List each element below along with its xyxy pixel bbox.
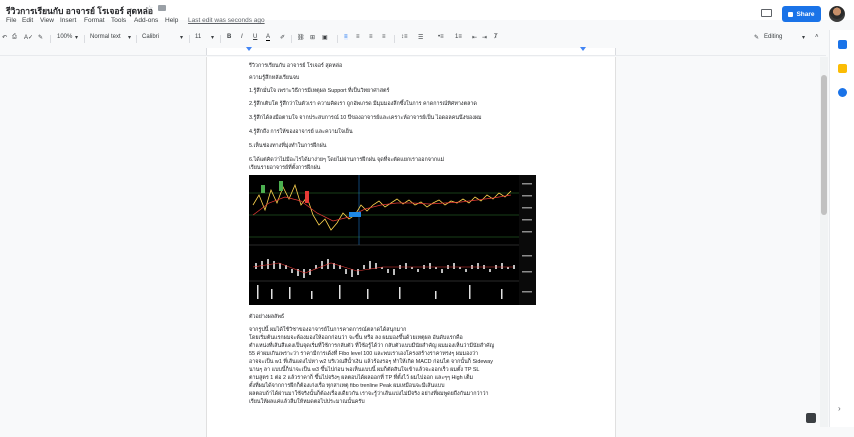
doc-line: เรียนให้ผลแค่แล้วลืมให้หมดตอไปประมาณนั้น… [249, 399, 365, 405]
font-select[interactable]: Calibri [142, 34, 159, 40]
menu-edit[interactable]: Edit [22, 17, 33, 24]
last-edit-link[interactable]: Last edit was seconds ago [188, 17, 265, 24]
scrollbar-thumb[interactable] [821, 75, 827, 215]
chevron-up-icon[interactable]: ˄ [815, 34, 819, 40]
toolbar-divider [50, 35, 51, 43]
menu-format[interactable]: Format [84, 17, 105, 24]
editing-mode-select[interactable]: Editing [764, 34, 782, 40]
doc-line: 3.รู้สึกได้ลงมือตามใจ จากประสบการณ์ 10 ป… [249, 115, 482, 121]
align-right-icon[interactable]: ≡ [369, 34, 373, 40]
zoom-select[interactable]: 100% [57, 34, 72, 40]
title-bar: รีวิวการเรียนกับ อาจารย์ โรเจอร์ สุดหล่อ… [0, 0, 854, 22]
decrease-indent-icon[interactable]: ⇤ [472, 34, 477, 41]
insert-comment-icon[interactable]: ⊞ [310, 34, 315, 41]
doc-line: 4.รู้สึกถึง การให้ของอาจารย์ และความใจเย… [249, 129, 353, 135]
chevron-down-icon: ▾ [180, 35, 184, 41]
lock-icon [788, 11, 794, 17]
doc-line: ตั้งที่ผมได้จากการฝึกก็ต้องเก่งเรื่อ ทุก… [249, 383, 445, 389]
chevron-down-icon: ▾ [128, 35, 132, 41]
toolbar-divider [220, 35, 221, 43]
star-icon[interactable]: ☆ [146, 4, 153, 13]
chevron-down-icon: ▾ [75, 35, 79, 41]
font-size-select[interactable]: 11 [195, 34, 201, 40]
line-spacing-icon[interactable]: ↕≡ [401, 34, 408, 40]
doc-line: ตำแหน่งที่เส้นสีแดงเป็นจุดเริ่มที่ใช้การ… [249, 343, 495, 349]
doc-line: นานๆ ลา แบบนี้ก็น่าจะเป็น w3 ขึ้นไปก่อน … [249, 367, 480, 373]
menu-file[interactable]: File [6, 17, 16, 24]
menu-view[interactable]: View [40, 17, 54, 24]
increase-indent-icon[interactable]: ⇥ [482, 34, 487, 41]
italic-button[interactable]: I [241, 34, 243, 40]
menu-insert[interactable]: Insert [60, 17, 76, 24]
bold-button[interactable]: B [227, 34, 231, 40]
pencil-icon: ✎ [754, 35, 760, 41]
align-left-icon[interactable]: ≡ [344, 34, 348, 40]
chart-screenshot-image[interactable] [249, 175, 536, 305]
numbered-list-icon[interactable]: 1≡ [455, 34, 462, 40]
doc-line: ตามสูตร 1 ต่อ 2 แล้วราคาก็ ขึ้นไปจริงๆ ผ… [249, 375, 474, 381]
side-panel [829, 30, 854, 427]
toolbar: ↶ ⎙ A✓ ✎ 100% ▾ Normal text ▾ Calibri ▾ … [0, 32, 826, 46]
image-icon[interactable]: ▣ [322, 34, 328, 41]
ruler-page-area [206, 48, 616, 55]
doc-line: 6.ได้แต่คิดว่าไม่มีอะไรได้มาง่ายๆ โดยไม่… [249, 157, 445, 163]
toolbar-divider [337, 35, 338, 43]
chevron-down-icon: ▾ [802, 35, 806, 41]
print-icon[interactable]: ⎙ [12, 34, 17, 41]
ruler [0, 47, 826, 56]
trading-chart-graphic [249, 175, 536, 305]
share-label: Share [796, 10, 815, 18]
tasks-icon[interactable] [838, 88, 847, 97]
text-color-button[interactable]: A [266, 34, 271, 41]
doc-line: 5.เห็นช่องทางที่มุ่งทำในการฝึกฝน [249, 143, 327, 149]
folder-icon[interactable] [158, 5, 166, 11]
document-page[interactable]: รีวิวการเรียนกับ อาจารย์ โรเจอร์ สุดหล่อ… [206, 57, 616, 437]
toolbar-divider [189, 35, 190, 43]
doc-line: โดยเริ่มต้นแรกผมจะต้องมองให้ออกก่อนว่า จ… [249, 335, 463, 341]
chevron-right-icon[interactable]: › [838, 404, 841, 413]
highlight-icon[interactable]: ✐ [280, 34, 285, 41]
bulleted-list-icon[interactable]: •≡ [438, 34, 444, 40]
right-indent-marker[interactable] [580, 47, 586, 51]
left-indent-marker[interactable] [246, 47, 252, 51]
doc-line: 2.รู้สึกเติบโต รู้สึกว่าในตัวเรา ความคิด… [249, 101, 477, 107]
document-canvas: รีวิวการเรียนกับ อาจารย์ โรเจอร์ สุดหล่อ… [0, 57, 820, 437]
style-select[interactable]: Normal text [90, 34, 121, 40]
doc-line: ผลตอบถ้าได้ผ่านมาใช้จริงนั้นก็ต้องเรื่อง… [249, 391, 489, 397]
doc-line: อาจจะเป็น w1 ที่เส้นแดงไปหา w2 บริเวณสีน… [249, 359, 493, 365]
doc-line: 1.รู้สึกมั่นใจ เพราะวิธีการมีเหตุผล Supp… [249, 88, 390, 94]
share-button[interactable]: Share [782, 6, 821, 22]
checklist-icon[interactable]: ☰ [418, 34, 423, 41]
clear-formatting-icon[interactable]: Ⱦ [494, 34, 498, 40]
undo-icon[interactable]: ↶ [2, 34, 7, 41]
keep-icon[interactable] [838, 64, 847, 73]
comment-icon[interactable] [761, 9, 772, 17]
doc-line: ตัวอย่างผลลัพธ์ [249, 314, 285, 320]
toolbar-divider [394, 35, 395, 43]
explore-icon[interactable] [806, 413, 816, 423]
doc-line: 55 ค่าผมเกินเพราะว่า ราคามีการเด้งที่ Fi… [249, 351, 478, 357]
spellcheck-icon[interactable]: A✓ [24, 34, 33, 41]
toolbar-divider [136, 35, 137, 43]
paint-format-icon[interactable]: ✎ [38, 34, 43, 41]
align-justify-icon[interactable]: ≡ [382, 34, 386, 40]
vertical-scrollbar[interactable] [820, 57, 828, 427]
chevron-down-icon: ▾ [211, 35, 215, 41]
calendar-icon[interactable] [838, 40, 847, 49]
menu-tools[interactable]: Tools [111, 17, 126, 24]
doc-line: จากรูปนี้ ผมได้ใช้วิชาของอาจารย์ในการคาด… [249, 327, 407, 333]
menu-addons[interactable]: Add-ons [134, 17, 158, 24]
document-title[interactable]: รีวิวการเรียนกับ อาจารย์ โรเจอร์ สุดหล่อ [6, 4, 153, 18]
align-center-icon[interactable]: ≡ [356, 34, 360, 40]
underline-button[interactable]: U [253, 34, 257, 40]
doc-line: ความรู้สึกหลังเรียนจบ [249, 75, 300, 81]
avatar[interactable] [829, 6, 845, 22]
toolbar-divider [291, 35, 292, 43]
doc-line: เรียนรายอาจารย์ที่ตั้งการฝึกฝน [249, 165, 321, 171]
link-icon[interactable]: ⛓ [297, 34, 305, 41]
toolbar-divider [84, 35, 85, 43]
doc-line: รีวิวการเรียนกับ อาจารย์ โรเจอร์ สุดหล่อ [249, 63, 343, 69]
menu-help[interactable]: Help [165, 17, 178, 24]
